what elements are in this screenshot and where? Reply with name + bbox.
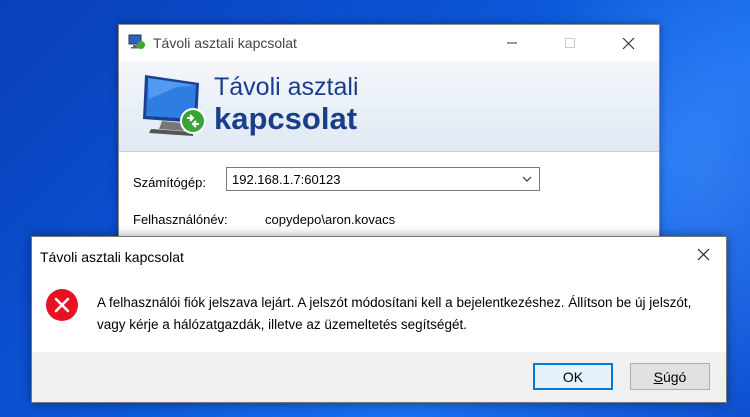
banner-title-line1: Távoli asztali: [214, 73, 359, 101]
ok-button[interactable]: OK: [533, 363, 613, 390]
close-icon: [622, 37, 634, 49]
computer-combobox[interactable]: 192.168.1.7:60123: [226, 167, 540, 191]
rdp-banner: Távoli asztali kapcsolat: [119, 61, 659, 152]
close-icon: [697, 248, 709, 260]
minimize-button[interactable]: [489, 25, 535, 61]
rdp-window-title: Távoli asztali kapcsolat: [153, 35, 297, 51]
maximize-button[interactable]: [547, 25, 593, 61]
close-button[interactable]: [605, 25, 651, 61]
chevron-down-icon[interactable]: [521, 173, 533, 185]
rdp-window: Távoli asztali kapcsolat Távoli asztali …: [118, 24, 660, 256]
username-label: Felhasználónév:: [133, 212, 228, 227]
error-icon: [46, 289, 78, 321]
dialog-footer: OK Súgó: [32, 352, 726, 402]
computer-label: Számítógép:: [133, 175, 206, 190]
help-label-rest: úgó: [662, 368, 687, 385]
minimize-icon: [507, 42, 517, 44]
help-button[interactable]: Súgó: [630, 363, 710, 390]
help-accelerator: S: [653, 368, 663, 385]
error-message: A felhasználói fiók jelszava lejárt. A j…: [97, 295, 692, 332]
dialog-close-button[interactable]: [680, 237, 726, 271]
maximize-icon: [565, 38, 575, 48]
error-dialog-title: Távoli asztali kapcsolat: [40, 249, 184, 265]
rdp-monitor-icon: [143, 75, 206, 136]
banner-title-line2: kapcsolat: [214, 101, 358, 136]
error-dialog: Távoli asztali kapcsolat A felhasználói …: [31, 236, 727, 403]
computer-value: 192.168.1.7:60123: [232, 172, 341, 187]
rdp-app-icon: [128, 34, 145, 49]
username-value: copydepo\aron.kovacs: [265, 212, 396, 227]
rdp-titlebar[interactable]: Távoli asztali kapcsolat: [119, 25, 659, 61]
